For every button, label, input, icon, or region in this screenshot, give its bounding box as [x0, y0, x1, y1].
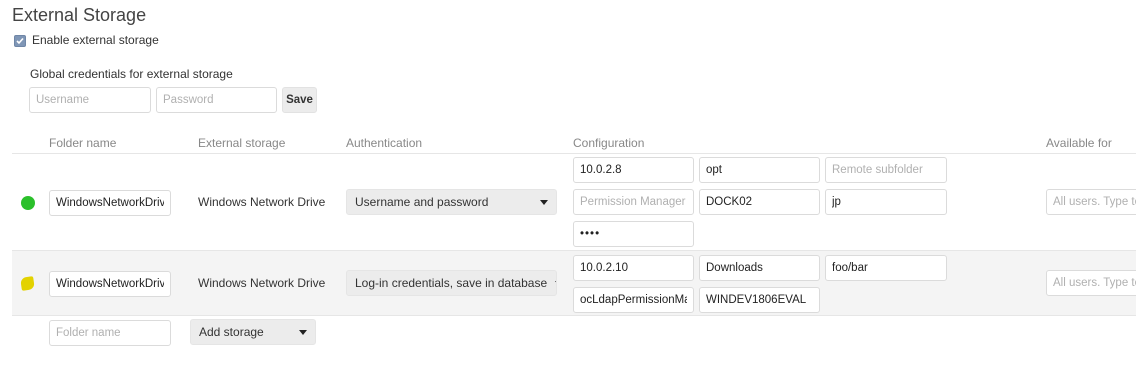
config-domain-input[interactable] [699, 189, 820, 215]
check-icon [16, 37, 24, 45]
storage-type: Windows Network Drive [198, 276, 326, 290]
page-title: External Storage [12, 5, 147, 25]
authentication-select[interactable]: Username and password [346, 189, 557, 215]
table-divider [12, 153, 1136, 154]
config-user-input[interactable] [825, 189, 947, 215]
authentication-select-value: Log-in credentials, save in database [355, 276, 548, 290]
new-folder-name-input[interactable] [49, 320, 171, 346]
chevron-down-icon [540, 199, 548, 205]
chevron-down-icon [555, 280, 556, 286]
config-permission-manager-input[interactable] [573, 287, 694, 313]
chevron-down-icon [299, 329, 307, 335]
config-host-input[interactable] [573, 255, 694, 281]
header-configuration: Configuration [573, 136, 645, 150]
header-folder-name: Folder name [49, 136, 117, 150]
config-host-input[interactable] [573, 157, 694, 183]
storage-type: Windows Network Drive [198, 195, 326, 209]
authentication-select[interactable]: Log-in credentials, save in database [346, 270, 557, 296]
available-for-input[interactable] [1046, 189, 1136, 215]
enable-external-storage-checkbox[interactable] [14, 35, 26, 47]
folder-name-input[interactable] [49, 271, 171, 297]
global-credentials-label: Global credentials for external storage [30, 67, 233, 81]
header-external-storage: External storage [198, 136, 286, 150]
config-domain-input[interactable] [699, 287, 820, 313]
add-storage-select[interactable]: Add storage [190, 319, 316, 345]
config-permission-manager-input[interactable] [573, 189, 694, 215]
header-authentication: Authentication [346, 136, 423, 150]
header-available-for: Available for [1046, 136, 1112, 150]
global-username-input[interactable] [29, 87, 151, 113]
config-share-input[interactable] [699, 255, 820, 281]
global-password-input[interactable] [156, 87, 277, 113]
add-storage-label: Add storage [199, 325, 264, 339]
config-password-input[interactable] [573, 221, 694, 247]
config-remote-subfolder-input[interactable] [825, 157, 947, 183]
authentication-select-value: Username and password [355, 195, 489, 209]
global-credentials-save-button[interactable]: Save [282, 87, 317, 113]
table-divider [12, 315, 1136, 316]
config-share-input[interactable] [699, 157, 820, 183]
enable-external-storage-label[interactable]: Enable external storage [32, 33, 159, 47]
config-remote-subfolder-input[interactable] [825, 255, 947, 281]
status-ok-icon [21, 196, 35, 210]
folder-name-input[interactable] [49, 190, 171, 216]
available-for-input[interactable] [1046, 270, 1136, 296]
